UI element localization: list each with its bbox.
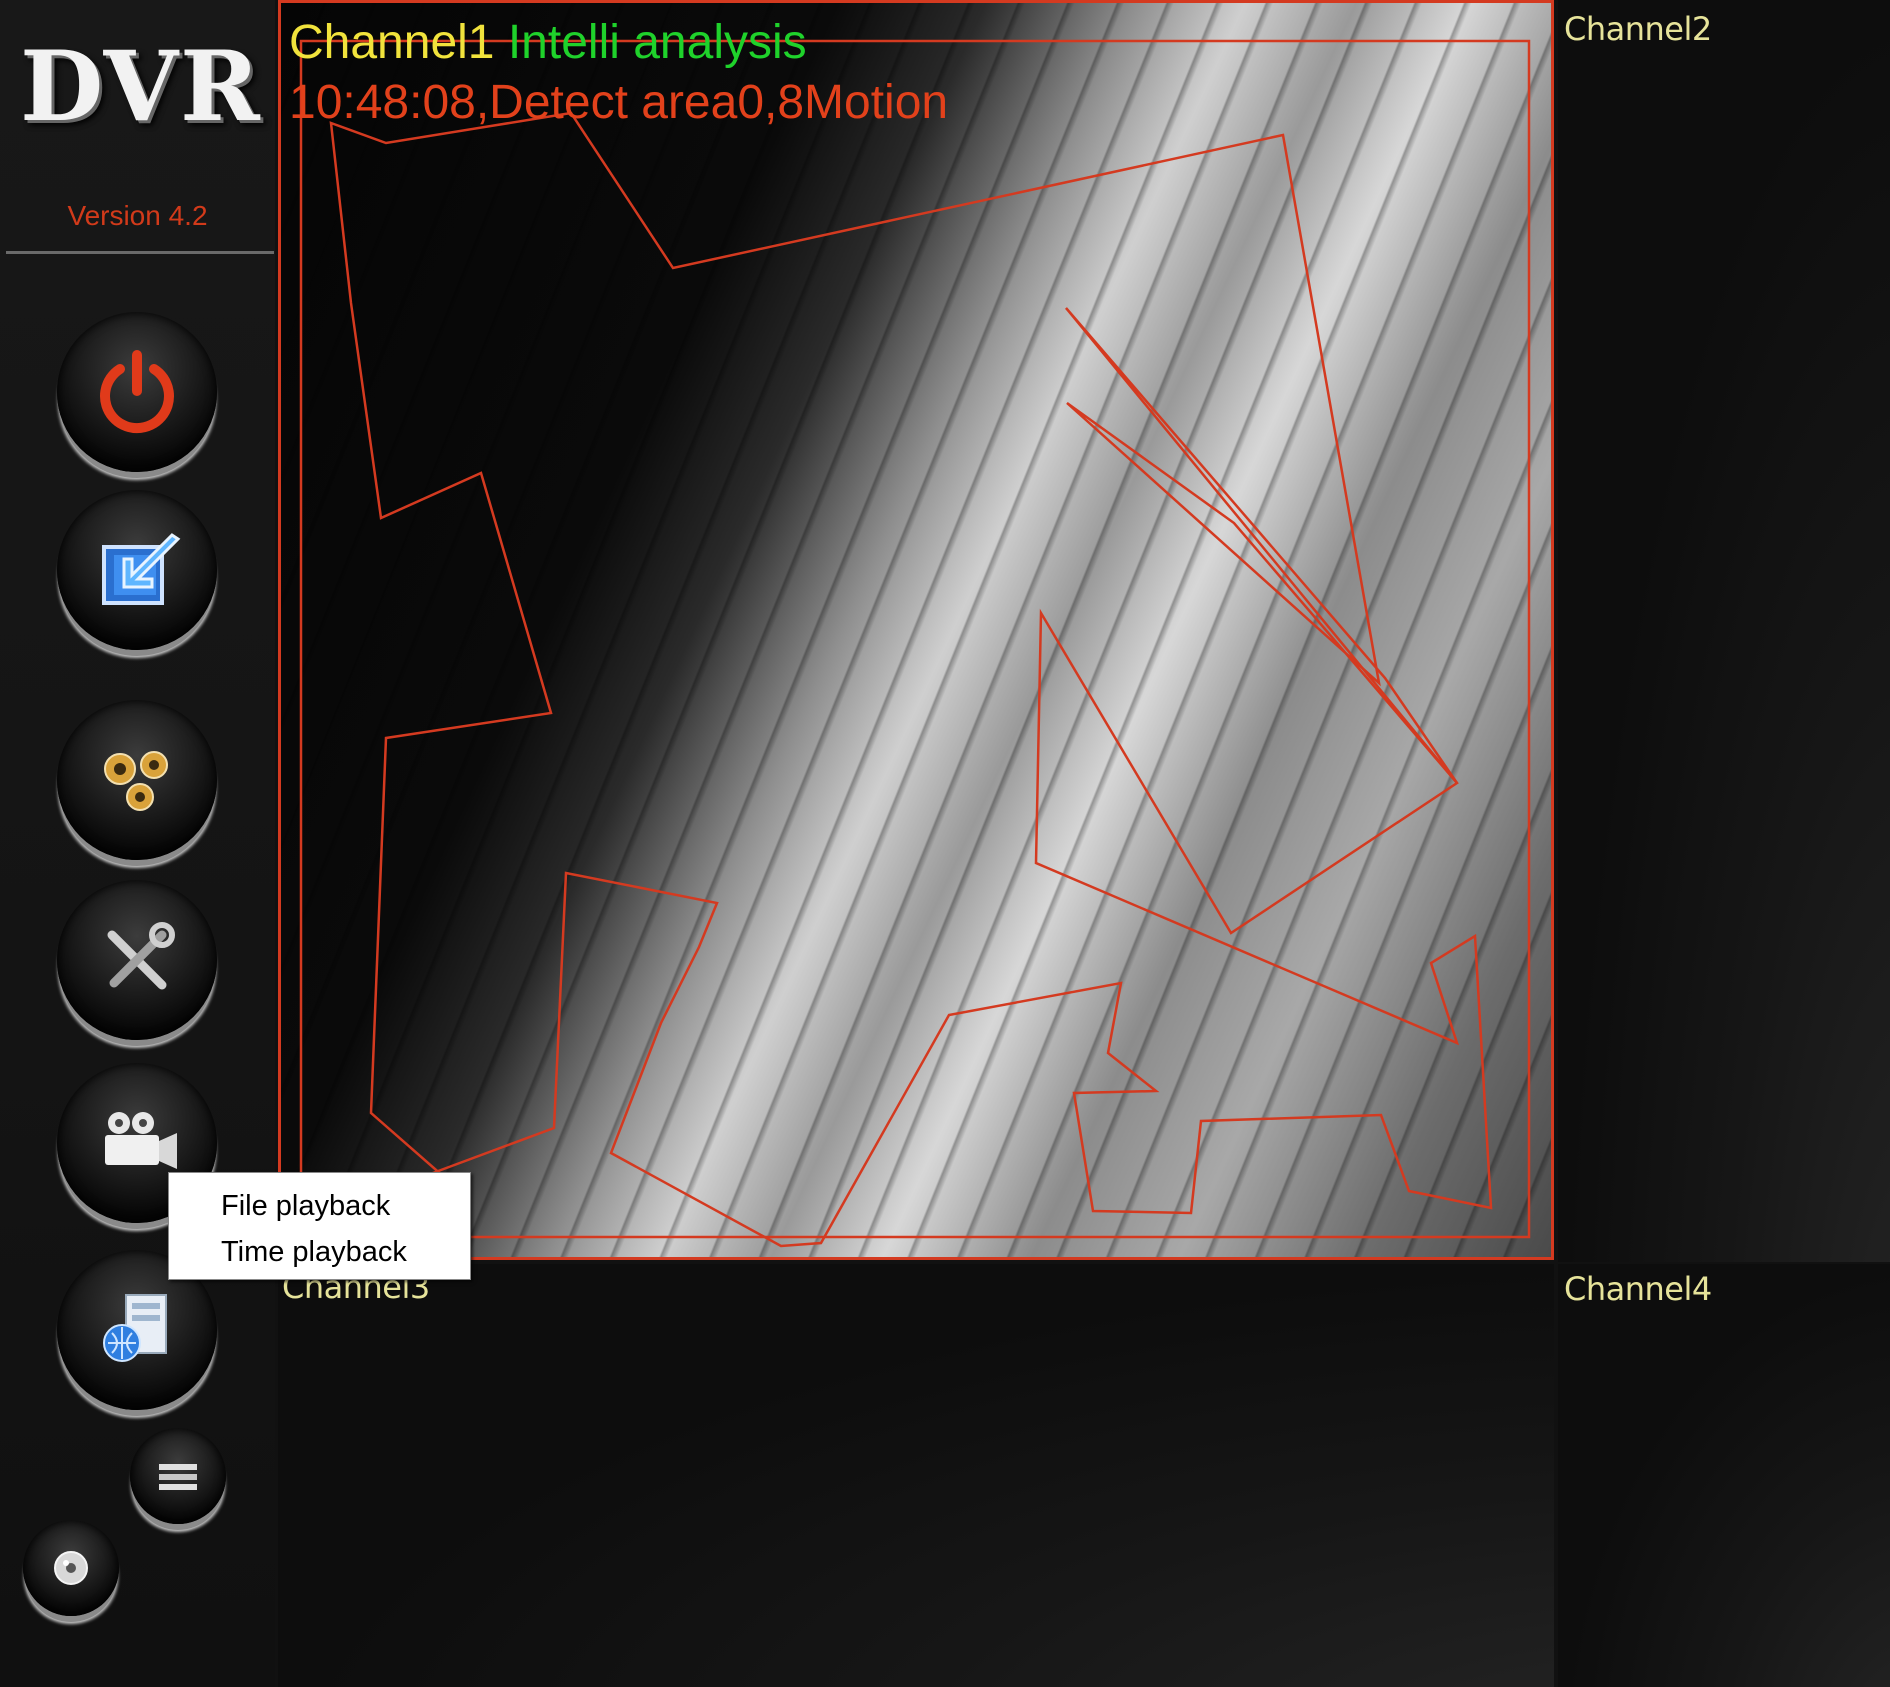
- settings-button[interactable]: [57, 700, 217, 860]
- channel2-video-pane[interactable]: Channel2: [1558, 0, 1890, 1262]
- menu-item-time-playback[interactable]: Time playback: [169, 1229, 470, 1275]
- list-button[interactable]: [130, 1428, 226, 1524]
- channel1-video-pane[interactable]: Channel1 Intelli analysis 10:48:08,Detec…: [278, 0, 1554, 1260]
- record-button[interactable]: [23, 1520, 119, 1616]
- sidebar: DVR Version 4.2: [0, 0, 275, 1687]
- disc-icon: [54, 1551, 88, 1585]
- channel4-video-pane[interactable]: Channel4: [1558, 1264, 1890, 1687]
- menu-item-file-playback[interactable]: File playback: [169, 1183, 470, 1229]
- sidebar-divider: [6, 251, 274, 254]
- dvr-logo: DVR: [20, 30, 262, 143]
- list-icon: [159, 1464, 197, 1490]
- version-label: Version 4.2: [67, 200, 208, 231]
- channel3-video-pane[interactable]: Channel3: [278, 1264, 1554, 1687]
- channel1-label: Channel1: [289, 16, 495, 69]
- tools-icon: [107, 922, 175, 990]
- network-computer-icon: [103, 1294, 167, 1362]
- gears-icon: [104, 751, 168, 811]
- detect-area-overlay: [299, 39, 1531, 1248]
- login-button[interactable]: [57, 490, 217, 650]
- power-button[interactable]: [57, 312, 217, 472]
- channel2-label: Channel2: [1564, 10, 1712, 48]
- camera-icon: [105, 1112, 177, 1169]
- motion-status-text: 10:48:08,Detect area0,8Motion: [289, 76, 949, 129]
- playback-context-menu: File playback Time playback: [168, 1172, 471, 1280]
- intelli-analysis-label: Intelli analysis: [507, 16, 807, 69]
- channel4-label: Channel4: [1564, 1270, 1712, 1308]
- power-icon: [100, 350, 174, 434]
- channel1-title: Channel1 Intelli analysis: [289, 15, 807, 70]
- login-arrow-icon: [102, 533, 181, 605]
- tools-button[interactable]: [57, 880, 217, 1040]
